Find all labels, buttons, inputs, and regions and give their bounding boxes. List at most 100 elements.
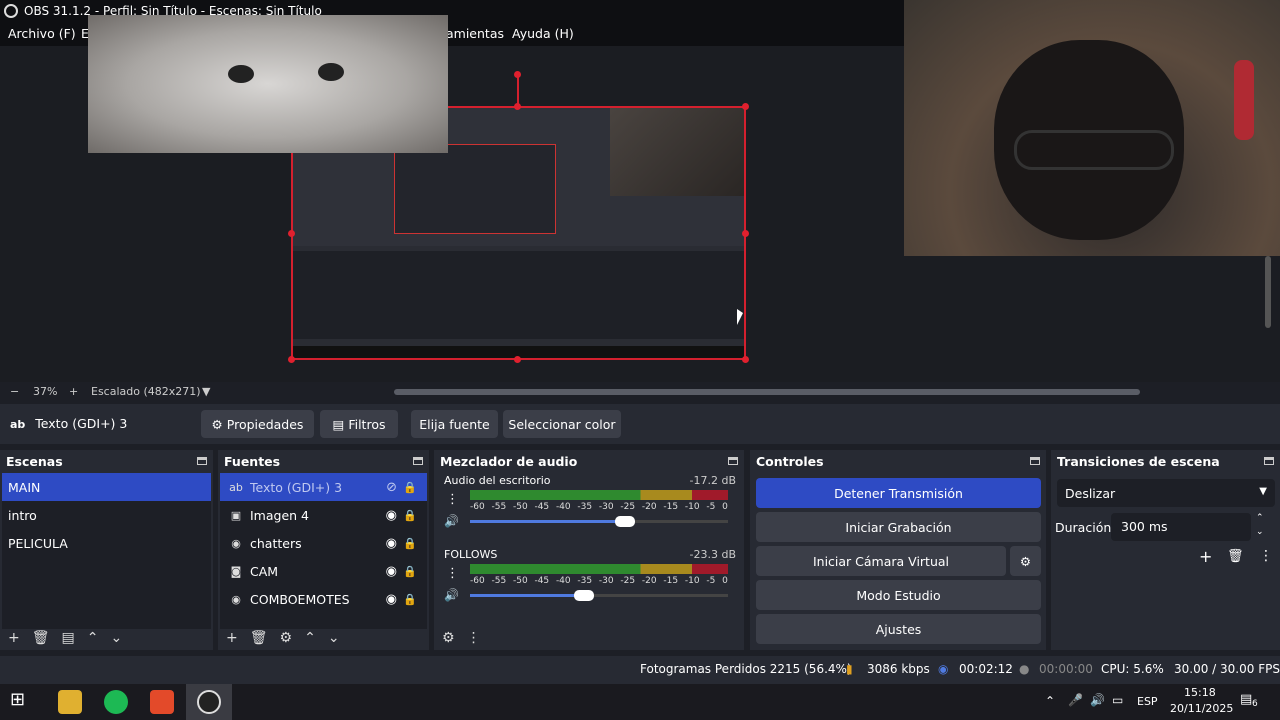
notifications-icon[interactable]: ▤ bbox=[1240, 692, 1252, 707]
stream-icon: ◉ bbox=[938, 662, 949, 676]
resize-handle-l[interactable] bbox=[288, 230, 295, 237]
chevron-up-icon[interactable]: ⌃ bbox=[1045, 694, 1055, 708]
resize-handle-tr[interactable] bbox=[742, 103, 749, 110]
lock-icon[interactable]: 🔒 bbox=[403, 481, 417, 494]
trash-icon[interactable]: 🗑 bbox=[32, 630, 50, 646]
kebab-menu-icon[interactable]: ⋮ bbox=[1259, 548, 1273, 564]
trash-icon[interactable]: 🗑 bbox=[250, 630, 268, 646]
browser-icon: ◉ bbox=[231, 536, 241, 550]
clock-date[interactable]: 20/11/2025 bbox=[1170, 702, 1233, 715]
scene-item[interactable]: MAIN bbox=[2, 473, 211, 501]
resize-handle-b[interactable] bbox=[514, 356, 521, 363]
scene-item[interactable]: intro bbox=[2, 501, 211, 529]
scene-item[interactable]: PELICULA bbox=[2, 529, 211, 557]
file-explorer-icon[interactable] bbox=[58, 690, 82, 714]
menu-ayuda[interactable]: Ayuda (H) bbox=[512, 26, 574, 41]
spin-up-icon[interactable]: ⌃ bbox=[1256, 513, 1264, 523]
undock-icon[interactable] bbox=[1030, 457, 1040, 465]
clock-time[interactable]: 15:18 bbox=[1184, 686, 1216, 699]
lock-icon[interactable]: 🔒 bbox=[403, 565, 417, 578]
zoom-out-button[interactable]: − bbox=[10, 385, 19, 398]
volume-fader[interactable] bbox=[470, 590, 728, 601]
speaker-icon[interactable]: 🔊 bbox=[1090, 693, 1105, 707]
cat-image-source[interactable] bbox=[88, 15, 448, 153]
menu-herramientas[interactable]: amientas bbox=[446, 26, 504, 41]
eye-icon[interactable]: ◉ bbox=[386, 536, 397, 551]
network-icon[interactable]: ▭ bbox=[1112, 693, 1123, 707]
scenes-dock: Escenas MAIN intro PELICULA + 🗑 ▤ ⌃ ⌄ bbox=[0, 450, 213, 650]
menu-archivo[interactable]: Archivo (F) bbox=[8, 26, 76, 41]
settings-button[interactable]: Ajustes bbox=[756, 614, 1041, 644]
lock-icon[interactable]: 🔒 bbox=[403, 537, 417, 550]
eye-icon[interactable]: ◉ bbox=[386, 592, 397, 607]
zoom-in-button[interactable]: + bbox=[69, 385, 78, 398]
add-icon[interactable]: + bbox=[226, 630, 238, 646]
kebab-menu-icon[interactable]: ⋮ bbox=[446, 566, 459, 581]
preview-area[interactable] bbox=[0, 0, 1280, 382]
rotation-handle[interactable] bbox=[514, 71, 521, 78]
resize-handle-br[interactable] bbox=[742, 356, 749, 363]
chevron-down-icon[interactable]: ⌄ bbox=[110, 630, 122, 646]
undock-icon[interactable] bbox=[728, 457, 738, 465]
undock-icon[interactable] bbox=[413, 457, 423, 465]
image-icon: ▣ bbox=[230, 508, 242, 522]
windows-start-icon[interactable]: ⊞ bbox=[10, 689, 34, 713]
studio-mode-button[interactable]: Modo Estudio bbox=[756, 580, 1041, 610]
transition-select[interactable]: Deslizar ▼ bbox=[1057, 479, 1275, 507]
kebab-menu-icon[interactable]: ⋮ bbox=[446, 492, 459, 507]
stop-stream-button[interactable]: Detener Transmisión bbox=[756, 478, 1041, 508]
start-virtual-cam-button[interactable]: Iniciar Cámara Virtual bbox=[756, 546, 1006, 576]
chevron-down-icon[interactable]: ⌄ bbox=[328, 630, 340, 646]
resize-handle-t[interactable] bbox=[514, 103, 521, 110]
preview-vertical-scrollbar[interactable] bbox=[1265, 256, 1271, 328]
lock-icon[interactable]: 🔒 bbox=[403, 509, 417, 522]
source-item[interactable]: ◉ COMBOEMOTES ◉ 🔒 bbox=[220, 585, 427, 613]
microphone-icon[interactable]: 🎤 bbox=[1068, 693, 1083, 707]
duration-label: Duración bbox=[1055, 520, 1112, 535]
speaker-icon[interactable]: 🔊 bbox=[444, 588, 459, 602]
spotify-icon[interactable] bbox=[104, 690, 128, 714]
eye-icon[interactable]: ◉ bbox=[386, 508, 397, 523]
source-item[interactable]: ◙ CAM ◉ 🔒 bbox=[220, 557, 427, 585]
scaling-dropdown-icon[interactable]: ▼ bbox=[202, 385, 210, 398]
chevron-up-icon[interactable]: ⌃ bbox=[87, 630, 99, 646]
brave-icon[interactable] bbox=[150, 690, 174, 714]
source-item[interactable]: ▣ Imagen 4 ◉ 🔒 bbox=[220, 501, 427, 529]
add-icon[interactable]: + bbox=[8, 630, 20, 646]
advanced-audio-icon[interactable]: ⚙ bbox=[442, 630, 455, 646]
resize-handle-bl[interactable] bbox=[288, 356, 295, 363]
gear-icon[interactable]: ⚙ bbox=[280, 630, 293, 646]
duration-input[interactable]: 300 ms bbox=[1111, 513, 1251, 541]
add-icon[interactable]: + bbox=[1199, 547, 1212, 566]
mixer-channel: Audio del escritorio -17.2 dB ⋮ -60 -55 -5… bbox=[434, 472, 744, 546]
trash-icon[interactable]: 🗑 bbox=[1227, 549, 1244, 564]
kebab-menu-icon[interactable]: ⋮ bbox=[467, 630, 481, 646]
filters-button[interactable]: ▤ Filtros bbox=[320, 410, 398, 438]
choose-color-button[interactable]: Seleccionar color bbox=[503, 410, 621, 438]
volume-knob[interactable] bbox=[573, 590, 594, 601]
undock-icon[interactable] bbox=[1264, 457, 1274, 465]
resize-handle-r[interactable] bbox=[742, 230, 749, 237]
properties-button[interactable]: ⚙ Propiedades bbox=[201, 410, 314, 438]
source-item[interactable]: ab Texto (GDI+) 3 ⊘ 🔒 bbox=[220, 473, 427, 501]
preview-horizontal-scrollbar[interactable] bbox=[394, 389, 1140, 395]
lock-icon[interactable]: 🔒 bbox=[403, 593, 417, 606]
obs-taskbar-icon[interactable] bbox=[197, 690, 221, 714]
start-recording-button[interactable]: Iniciar Grabación bbox=[756, 512, 1041, 542]
dropped-frames: Fotogramas Perdidos 2215 (56.4%) bbox=[640, 662, 852, 676]
spin-down-icon[interactable]: ⌄ bbox=[1256, 527, 1264, 537]
volume-fader[interactable] bbox=[470, 516, 728, 527]
virtual-cam-settings-button[interactable]: ⚙ bbox=[1010, 546, 1041, 576]
language-indicator[interactable]: ESP bbox=[1137, 695, 1158, 708]
volume-knob[interactable] bbox=[614, 516, 635, 527]
source-item[interactable]: ◉ chatters ◉ 🔒 bbox=[220, 529, 427, 557]
eye-icon[interactable]: ◉ bbox=[386, 564, 397, 579]
speaker-icon[interactable]: 🔊 bbox=[444, 514, 459, 528]
eye-hidden-icon[interactable]: ⊘ bbox=[386, 480, 397, 495]
filter-icon[interactable]: ▤ bbox=[62, 630, 75, 646]
chevron-up-icon[interactable]: ⌃ bbox=[304, 630, 316, 646]
webcam-source[interactable] bbox=[904, 0, 1280, 256]
undock-icon[interactable] bbox=[197, 457, 207, 465]
choose-font-button[interactable]: Elija fuente bbox=[411, 410, 498, 438]
channel-db: -23.3 dB bbox=[689, 548, 737, 561]
